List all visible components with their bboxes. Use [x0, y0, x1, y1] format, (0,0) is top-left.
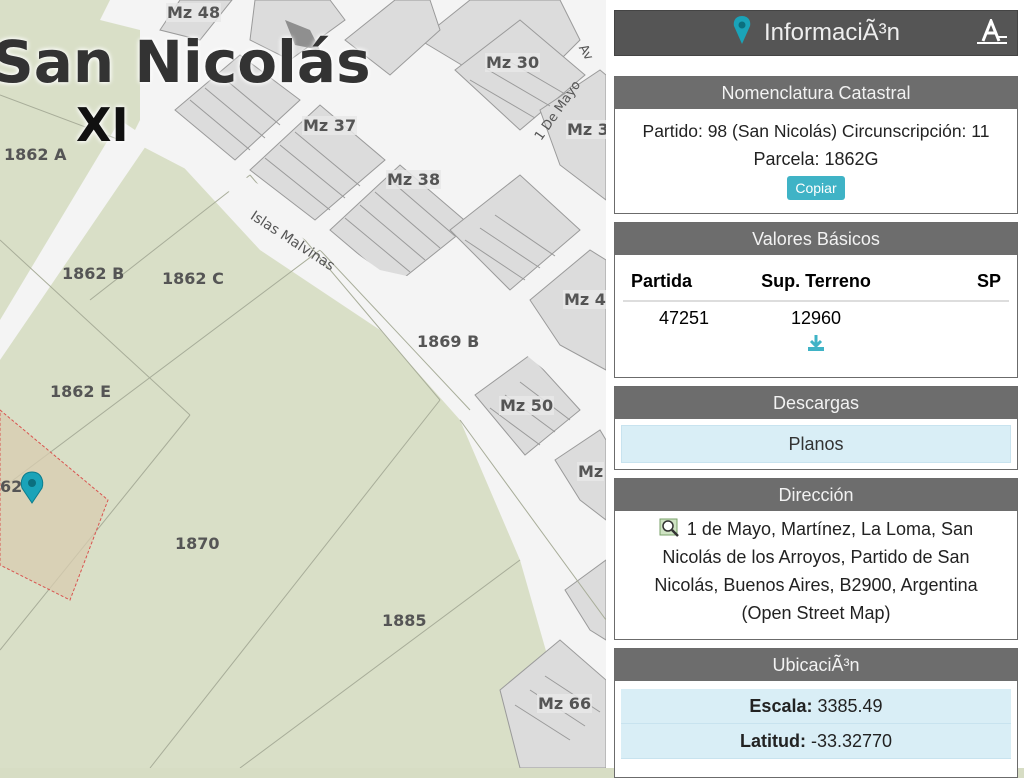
partida-cell: 47251: [659, 308, 710, 328]
block-label: Mz 30: [485, 53, 541, 72]
collapse-panel-icon[interactable]: [975, 16, 1009, 47]
nomenclatura-header: Nomenclatura Catastral: [615, 77, 1017, 109]
descargas-card: Descargas Planos: [614, 386, 1018, 470]
valores-table: Partida Sup. Terreno SP 47251 12960: [623, 263, 1009, 329]
map-canvas[interactable]: San Nicolás XI 1862 A 1862 B 1862 C 1862…: [0, 0, 606, 768]
sp-cell: [893, 301, 1009, 329]
parcel-label: 1862 A: [4, 145, 67, 164]
direccion-text: 1 de Mayo, Martínez, La Loma, San Nicolá…: [654, 519, 978, 623]
block-label: Mz 37: [302, 116, 358, 135]
map-search-icon[interactable]: [659, 516, 681, 538]
parcel-label: 1885: [382, 611, 427, 630]
nomenclatura-line1: Partido: 98 (San Nicolás) Circunscripció…: [642, 121, 990, 141]
location-pin-icon: [732, 15, 752, 52]
block-label: Mz: [577, 462, 605, 481]
ubicacion-card: UbicaciÃ³n Escala: 3385.49 Latitud: -33.…: [614, 648, 1018, 778]
parcel-label: 1862 B: [62, 264, 125, 283]
table-row: 47251 12960: [623, 301, 1009, 329]
latitud-row: Latitud: -33.32770: [621, 724, 1011, 759]
column-header: SP: [893, 263, 1009, 302]
valores-card: Valores Básicos Partida Sup. Terreno SP …: [614, 222, 1018, 378]
download-icon[interactable]: [806, 333, 826, 353]
panel-title: InformaciÃ³n: [763, 19, 901, 46]
escala-label: Escala:: [749, 696, 813, 716]
district-label: XI: [76, 98, 129, 152]
parcel-label: 1862 C: [162, 269, 224, 288]
descargas-header: Descargas: [615, 387, 1017, 419]
info-panel: InformaciÃ³n Nomenclatura Catastral Part…: [606, 0, 1024, 778]
escala-value: 3385.49: [817, 696, 883, 716]
latitud-value: -33.32770: [810, 731, 893, 751]
parcel-label: 1862 E: [50, 382, 112, 401]
parcel-label: 1870: [175, 534, 220, 553]
sup-terreno-cell: 12960: [790, 308, 842, 328]
nomenclatura-card: Nomenclatura Catastral Partido: 98 (San …: [614, 76, 1018, 214]
planos-link[interactable]: Planos: [621, 425, 1011, 463]
block-label: Mz 38: [386, 170, 442, 189]
block-label: Mz 50: [499, 396, 555, 415]
block-label: Mz 3: [566, 120, 606, 139]
block-label: Mz 66: [537, 694, 593, 713]
block-label: Mz 4: [563, 290, 606, 309]
direccion-card: Dirección 1 de Mayo, Martínez, La Loma, …: [614, 478, 1018, 640]
copy-button[interactable]: Copiar: [787, 176, 845, 200]
direccion-header: Dirección: [615, 479, 1017, 511]
city-label: San Nicolás: [0, 28, 371, 96]
panel-header: InformaciÃ³n: [614, 10, 1018, 56]
block-label: Mz 48: [166, 3, 222, 22]
parcel-label: 1869 B: [417, 332, 480, 351]
escala-row: Escala: 3385.49: [621, 689, 1011, 724]
latitud-label: Latitud:: [739, 731, 806, 751]
column-header: Partida: [623, 263, 739, 302]
valores-header: Valores Básicos: [615, 223, 1017, 255]
parcel-label: 62: [0, 477, 23, 496]
ubicacion-header: UbicaciÃ³n: [615, 649, 1017, 681]
column-header: Sup. Terreno: [738, 263, 894, 302]
nomenclatura-line2: Parcela: 1862G: [753, 149, 879, 169]
